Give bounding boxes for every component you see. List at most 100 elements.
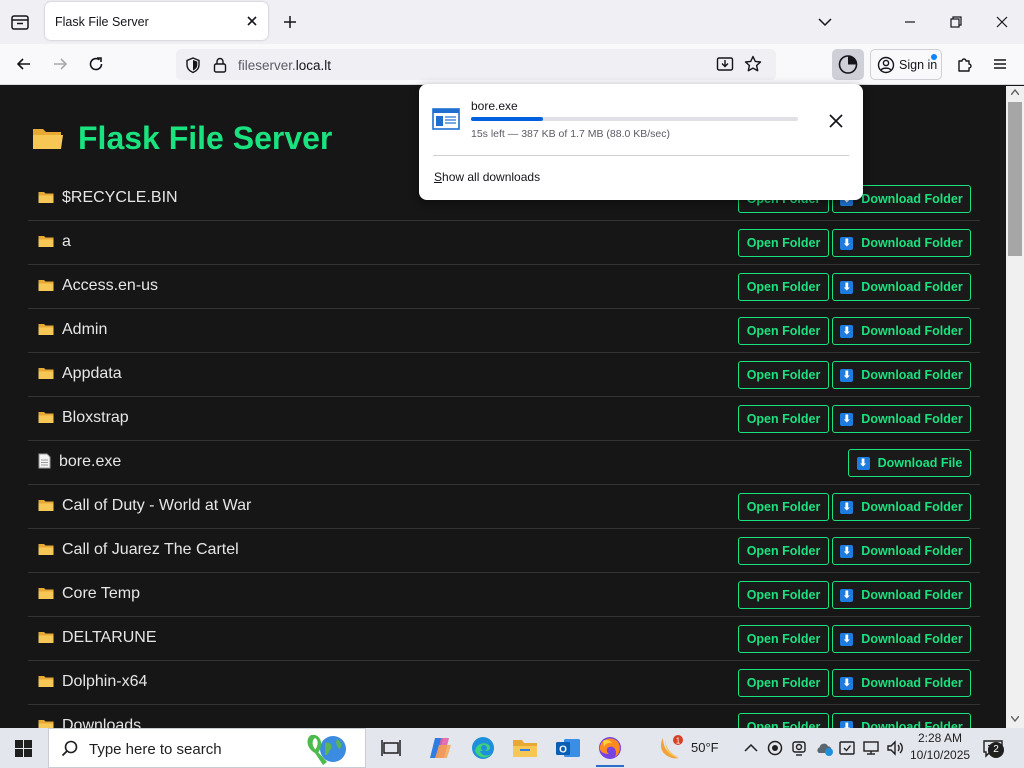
- reload-icon[interactable]: [86, 54, 106, 74]
- webcam-icon[interactable]: [790, 738, 808, 758]
- button-label: Download Folder: [861, 324, 963, 338]
- tab-close-icon[interactable]: [244, 13, 260, 29]
- scroll-thumb[interactable]: [1008, 102, 1022, 256]
- list-item: DELTARUNE Open Folder ⬇ Download Folder: [28, 617, 980, 661]
- network-icon[interactable]: [862, 738, 880, 758]
- download-folder-button[interactable]: ⬇ Download Folder: [832, 669, 971, 697]
- account-icon: [877, 56, 895, 74]
- button-label: Download Folder: [861, 720, 963, 728]
- firefox-icon[interactable]: [593, 732, 627, 767]
- button-label: Download Folder: [861, 412, 963, 426]
- save-to-pocket-icon[interactable]: [715, 54, 735, 74]
- button-label: Download Folder: [861, 280, 963, 294]
- scroll-down-icon[interactable]: [1011, 716, 1019, 722]
- forward-arrow-icon[interactable]: [50, 54, 70, 74]
- folder-icon: [38, 410, 54, 429]
- button-label: Download Folder: [861, 368, 963, 382]
- chevron-up-icon[interactable]: [742, 738, 760, 758]
- new-tab-icon[interactable]: [280, 12, 300, 32]
- page-header: Flask File Server: [32, 118, 332, 158]
- back-arrow-icon[interactable]: [14, 54, 34, 74]
- item-name: a: [62, 233, 71, 250]
- show-all-downloads-button[interactable]: Show all downloads: [434, 170, 540, 184]
- sign-in-label: Sign in: [899, 58, 938, 72]
- open-folder-button[interactable]: Open Folder: [738, 625, 829, 653]
- download-folder-button[interactable]: ⬇ Download Folder: [832, 273, 971, 301]
- download-arrow-icon: ⬇: [840, 720, 854, 728]
- folder-icon: [38, 366, 54, 385]
- shield-icon[interactable]: [184, 56, 202, 74]
- open-folder-button[interactable]: Open Folder: [738, 229, 829, 257]
- open-folder-button[interactable]: Open Folder: [738, 493, 829, 521]
- minimize-icon[interactable]: [900, 12, 920, 32]
- download-arrow-icon: ⬇: [840, 632, 854, 646]
- open-folder-button[interactable]: Open Folder: [738, 581, 829, 609]
- menu-icon[interactable]: [990, 54, 1010, 74]
- download-folder-button[interactable]: ⬇ Download Folder: [832, 625, 971, 653]
- item-name: Call of Juarez The Cartel: [62, 541, 239, 558]
- item-name: bore.exe: [59, 453, 122, 470]
- button-label: Download Folder: [861, 236, 963, 250]
- url-bar[interactable]: fileserver.loca.lt: [176, 49, 776, 80]
- open-folder-button[interactable]: Open Folder: [738, 713, 829, 728]
- button-label: Open Folder: [746, 236, 821, 250]
- taskbar-search-input[interactable]: Type here to search: [48, 728, 366, 768]
- open-folder-button[interactable]: Open Folder: [738, 405, 829, 433]
- scroll-up-icon[interactable]: [1011, 89, 1019, 95]
- page-scrollbar[interactable]: [1006, 86, 1024, 728]
- close-icon[interactable]: [992, 12, 1012, 32]
- copilot-icon[interactable]: [423, 732, 457, 764]
- list-item: Admin Open Folder ⬇ Download Folder: [28, 309, 980, 353]
- outlook-icon[interactable]: O: [551, 732, 585, 764]
- download-progress-fill: [471, 117, 543, 121]
- download-status: 15s left — 387 KB of 1.7 MB (88.0 KB/sec…: [471, 128, 671, 140]
- open-folder-button[interactable]: Open Folder: [738, 361, 829, 389]
- tab-flask-file-server[interactable]: Flask File Server: [45, 2, 268, 40]
- folder-icon: [38, 586, 54, 605]
- extensions-icon[interactable]: [955, 54, 975, 74]
- security-icon[interactable]: [838, 738, 856, 758]
- cloud-sync-icon[interactable]: [814, 738, 833, 758]
- downloads-button[interactable]: [832, 49, 864, 80]
- open-folder-button[interactable]: Open Folder: [738, 273, 829, 301]
- file-explorer-icon[interactable]: [508, 732, 542, 764]
- download-folder-button[interactable]: ⬇ Download Folder: [832, 229, 971, 257]
- sign-in-button[interactable]: Sign in: [870, 49, 942, 80]
- open-folder-button[interactable]: Open Folder: [738, 537, 829, 565]
- download-arrow-icon: ⬇: [840, 368, 854, 382]
- folder-icon: [38, 278, 54, 297]
- download-folder-button[interactable]: ⬇ Download Folder: [832, 317, 971, 345]
- download-folder-button[interactable]: ⬇ Download Folder: [832, 405, 971, 433]
- start-button[interactable]: [0, 728, 48, 768]
- download-folder-button[interactable]: ⬇ Download Folder: [832, 361, 971, 389]
- awareness-ribbon-globe-icon[interactable]: [297, 731, 361, 767]
- download-folder-button[interactable]: ⬇ Download Folder: [832, 581, 971, 609]
- weather-icon[interactable]: 1: [656, 732, 686, 764]
- download-file-button[interactable]: ⬇ Download File: [848, 449, 971, 477]
- open-folder-button[interactable]: Open Folder: [738, 669, 829, 697]
- chevron-down-icon[interactable]: [815, 12, 835, 32]
- button-label: Open Folder: [746, 324, 821, 338]
- bookmark-star-icon[interactable]: [743, 54, 763, 74]
- restore-icon[interactable]: [946, 12, 966, 32]
- list-item: Bloxstrap Open Folder ⬇ Download Folder: [28, 397, 980, 441]
- volume-icon[interactable]: [885, 738, 903, 758]
- taskbar-clock[interactable]: 2:28 AM 10/10/2025: [910, 731, 970, 762]
- tab-list-icon[interactable]: [8, 10, 32, 34]
- edge-browser-icon[interactable]: [466, 732, 500, 764]
- button-label: Open Folder: [746, 280, 821, 294]
- download-folder-button[interactable]: ⬇ Download Folder: [832, 713, 971, 728]
- download-folder-button[interactable]: ⬇ Download Folder: [832, 493, 971, 521]
- download-folder-button[interactable]: ⬇ Download Folder: [832, 537, 971, 565]
- open-folder-button[interactable]: Open Folder: [738, 317, 829, 345]
- cancel-download-icon[interactable]: [826, 111, 846, 131]
- weather-temperature[interactable]: 50°F: [691, 740, 719, 755]
- task-view-icon[interactable]: [374, 732, 408, 764]
- folder-icon: [38, 674, 54, 693]
- download-file-name[interactable]: bore.exe: [471, 99, 518, 113]
- lock-icon[interactable]: [212, 56, 228, 74]
- url-text[interactable]: fileserver.loca.lt: [238, 58, 331, 73]
- item-name: Call of Duty - World at War: [62, 497, 252, 514]
- download-arrow-icon: ⬇: [840, 324, 854, 338]
- record-icon[interactable]: [766, 738, 784, 758]
